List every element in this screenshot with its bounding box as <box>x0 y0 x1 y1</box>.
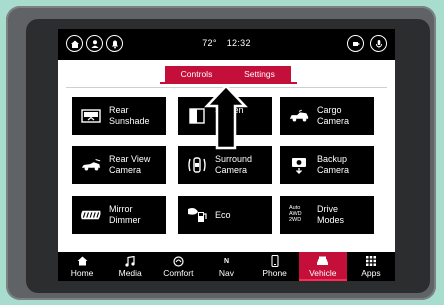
drive-modes-icon: Auto AWD 2WD <box>289 205 302 223</box>
cargo-camera-button[interactable]: Cargo Camera <box>280 97 374 135</box>
media-source-icon[interactable] <box>347 35 364 52</box>
nav-nav[interactable]: N Nav <box>202 252 250 281</box>
backup-camera-icon <box>288 156 310 174</box>
nav-apps[interactable]: Apps <box>347 252 395 281</box>
drive-modes-button[interactable]: Auto AWD 2WD Drive Modes <box>280 196 374 234</box>
tab-controls[interactable]: Controls <box>165 66 228 82</box>
nav-phone[interactable]: Phone <box>251 252 299 281</box>
voice-command-icon[interactable] <box>370 35 387 52</box>
time-readout: 12:32 <box>226 38 251 48</box>
tile-label: Cargo Camera <box>317 105 350 126</box>
tile-label: Drive Modes <box>317 204 345 225</box>
eco-icon <box>186 206 208 224</box>
tile-label: Backup Camera <box>317 154 350 175</box>
nav-home[interactable]: Home <box>58 252 106 281</box>
touchscreen: 72° 12:32 Controls Settings Rear Sunshade … <box>58 29 395 281</box>
apps-grid-icon <box>347 254 395 268</box>
vehicle-tabs: Controls Settings <box>165 66 291 82</box>
tile-label: Surround Camera <box>215 154 253 175</box>
mirror-dimmer-button[interactable]: Mirror Dimmer <box>72 196 166 234</box>
bottom-nav-bar: Home Media Comfort N Nav Phone Vehicle A… <box>58 252 395 281</box>
status-bar: 72° 12:32 <box>58 29 395 60</box>
clock-area: 72° 12:32 <box>58 38 395 48</box>
backup-camera-button[interactable]: Backup Camera <box>280 146 374 184</box>
surround-camera-button[interactable]: Surround Camera <box>178 146 272 184</box>
pointer-arrow-icon <box>204 84 248 150</box>
surround-camera-icon <box>186 156 208 174</box>
rear-sunshade-button[interactable]: Rear Sunshade <box>72 97 166 135</box>
vehicle-icon <box>299 254 347 268</box>
tile-label: Rear View Camera <box>109 154 151 175</box>
tile-label: Eco <box>215 210 231 220</box>
temperature-readout: 72° <box>202 38 217 48</box>
cargo-camera-icon <box>288 107 310 125</box>
mirror-dimmer-icon <box>80 206 102 224</box>
comfort-icon <box>154 254 202 268</box>
phone-icon <box>251 254 299 268</box>
tile-label: Mirror Dimmer <box>109 204 141 225</box>
home-icon <box>58 254 106 268</box>
rear-view-camera-icon <box>80 156 102 174</box>
rear-view-camera-button[interactable]: Rear View Camera <box>72 146 166 184</box>
music-note-icon <box>106 254 154 268</box>
nav-comfort[interactable]: Comfort <box>154 252 202 281</box>
tile-label: Rear Sunshade <box>109 105 150 126</box>
compass-icon: N <box>223 257 230 265</box>
sunshade-icon <box>80 107 102 125</box>
tab-settings[interactable]: Settings <box>228 66 291 82</box>
eco-button[interactable]: Eco <box>178 196 272 234</box>
nav-media[interactable]: Media <box>106 252 154 281</box>
nav-vehicle[interactable]: Vehicle <box>298 252 347 281</box>
